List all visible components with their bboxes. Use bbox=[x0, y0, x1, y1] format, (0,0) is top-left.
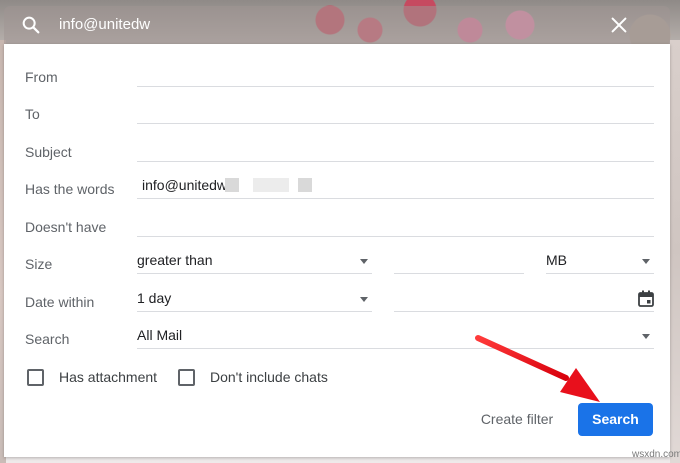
search-button[interactable]: Search bbox=[578, 403, 653, 436]
date-range-select[interactable]: 1 day bbox=[137, 287, 372, 312]
search-icon[interactable] bbox=[20, 14, 42, 36]
advanced-search-panel: From To Subject Has the words info@unite… bbox=[4, 44, 670, 457]
size-amount-field[interactable] bbox=[394, 249, 524, 274]
doesnt-have-field[interactable] bbox=[137, 212, 654, 237]
watermark: wsxdn.com bbox=[632, 449, 680, 460]
has-attachment-checkbox[interactable] bbox=[27, 369, 44, 386]
dont-include-chats-label[interactable]: Don't include chats bbox=[210, 369, 328, 385]
has-words-field[interactable]: info@unitedw bbox=[137, 174, 654, 199]
calendar-icon[interactable] bbox=[638, 290, 654, 307]
has-words-label: Has the words bbox=[25, 181, 115, 197]
close-icon[interactable] bbox=[608, 14, 630, 36]
redaction-block bbox=[253, 178, 289, 192]
redaction-block bbox=[298, 178, 312, 192]
create-filter-button[interactable]: Create filter bbox=[472, 407, 562, 431]
has-attachment-label[interactable]: Has attachment bbox=[59, 369, 157, 385]
date-within-label: Date within bbox=[25, 294, 95, 310]
dropdown-caret-icon bbox=[642, 334, 650, 339]
search-in-value: All Mail bbox=[137, 327, 183, 343]
size-label: Size bbox=[25, 256, 53, 272]
date-range-value: 1 day bbox=[137, 290, 172, 306]
size-comparator-select[interactable]: greater than bbox=[137, 249, 372, 274]
redaction-block bbox=[225, 178, 239, 192]
subject-label: Subject bbox=[25, 144, 72, 160]
to-label: To bbox=[25, 106, 40, 122]
search-in-label: Search bbox=[25, 331, 70, 347]
size-unit-value: MB bbox=[546, 252, 567, 268]
search-in-select[interactable]: All Mail bbox=[137, 324, 654, 349]
has-words-value: info@unitedw bbox=[142, 177, 228, 193]
date-field[interactable] bbox=[394, 287, 654, 312]
dont-include-chats-checkbox[interactable] bbox=[178, 369, 195, 386]
size-comparator-value: greater than bbox=[137, 252, 213, 268]
dropdown-caret-icon bbox=[642, 259, 650, 264]
from-field[interactable] bbox=[137, 62, 654, 87]
subject-field[interactable] bbox=[137, 137, 654, 162]
background-edge-right bbox=[670, 40, 680, 463]
to-field[interactable] bbox=[137, 99, 654, 124]
doesnt-have-label: Doesn't have bbox=[25, 219, 107, 235]
dropdown-caret-icon bbox=[360, 259, 368, 264]
from-label: From bbox=[25, 69, 58, 85]
size-unit-select[interactable]: MB bbox=[546, 249, 654, 274]
search-header: info@unitedw bbox=[4, 6, 670, 44]
dropdown-caret-icon bbox=[360, 297, 368, 302]
search-query[interactable]: info@unitedw bbox=[59, 16, 150, 33]
